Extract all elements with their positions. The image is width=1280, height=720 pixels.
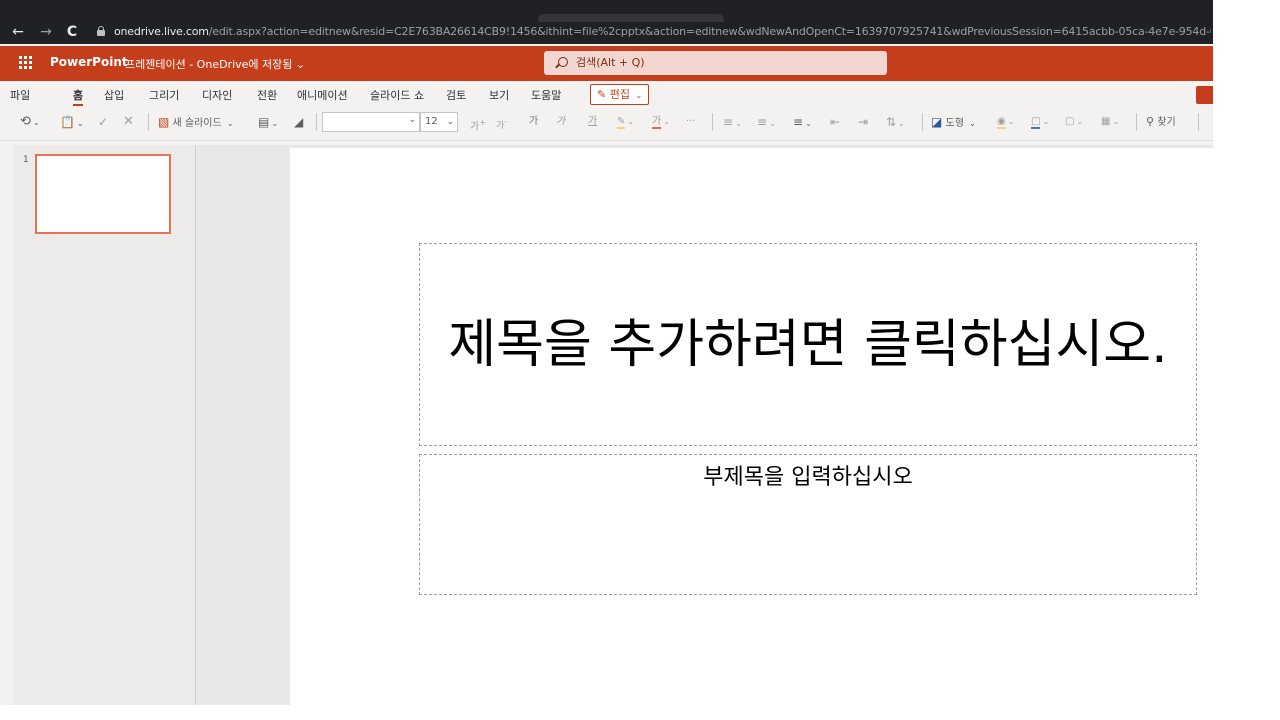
search-placeholder: 검색(Alt + Q) bbox=[576, 56, 645, 69]
lock-icon bbox=[96, 26, 106, 36]
chevron-down-icon: ⌄ bbox=[226, 119, 234, 128]
increase-indent-icon[interactable]: ⇥ bbox=[858, 113, 868, 131]
new-slide-label: 새 슬라이드 bbox=[172, 118, 222, 129]
document-title[interactable]: 프레젠테이션 - OneDrive에 저장됨 ⌄ bbox=[125, 56, 305, 72]
app-launcher-icon[interactable] bbox=[19, 56, 33, 70]
font-size-value: 12 bbox=[425, 116, 438, 127]
toolbar-divider bbox=[316, 113, 317, 131]
italic-button[interactable]: 가 bbox=[556, 113, 565, 131]
url-host: onedrive.live.com bbox=[114, 25, 209, 38]
chevron-down-icon: ⌄ bbox=[408, 115, 416, 125]
tab-draw[interactable]: 그리기 bbox=[149, 87, 179, 103]
new-slide-icon: ▧ bbox=[158, 115, 170, 129]
slide-canvas[interactable]: 제목을 추가하려면 클릭하십시오. 부제목을 입력하십시오 bbox=[290, 148, 1213, 705]
bullets-icon[interactable]: ≡ ⌄ bbox=[723, 113, 742, 131]
address-bar[interactable]: onedrive.live.com/edit.aspx?action=editn… bbox=[90, 22, 1211, 42]
toolbar-divider bbox=[148, 113, 149, 131]
url-path: /edit.aspx?action=editnew&resid=C2E763BA… bbox=[208, 25, 1211, 38]
subtitle-placeholder-text: 부제목을 입력하십시오 bbox=[703, 465, 913, 490]
format-painter-icon[interactable]: ✓ bbox=[98, 113, 108, 131]
shapes-icon: ◪ bbox=[931, 115, 943, 129]
undo-icon[interactable]: ⟲ ⌄ bbox=[20, 113, 40, 131]
slide-thumbnail[interactable] bbox=[35, 154, 171, 234]
subtitle-placeholder[interactable]: 부제목을 입력하십시오 bbox=[419, 454, 1197, 595]
search-icon bbox=[558, 57, 568, 67]
shapes-button[interactable]: ◪ 도형 ⌄ bbox=[931, 113, 976, 131]
editing-mode-label: 편집 bbox=[609, 88, 630, 101]
app-header: PowerPoint 프레젠테이션 - OneDrive에 저장됨 ⌄ 검색(A… bbox=[0, 46, 1213, 81]
tab-transitions[interactable]: 전환 bbox=[257, 87, 277, 103]
highlight-icon[interactable]: ✎ ⌄ bbox=[617, 113, 634, 131]
shape-fill-icon[interactable]: ◉ ⌄ bbox=[997, 113, 1014, 131]
tab-design[interactable]: 디자인 bbox=[202, 87, 232, 103]
chevron-down-icon: ⌄ bbox=[969, 119, 976, 128]
pencil-icon: ✎ bbox=[597, 88, 607, 101]
numbering-icon[interactable]: ≡ ⌄ bbox=[757, 113, 776, 131]
tab-view[interactable]: 보기 bbox=[489, 87, 509, 103]
tab-insert[interactable]: 삽입 bbox=[104, 87, 124, 103]
shape-effects-icon[interactable]: ▢ ⌄ bbox=[1065, 113, 1083, 131]
toolbar-divider bbox=[922, 113, 923, 131]
editing-mode-dropdown[interactable]: ✎ 편집 ⌄ bbox=[590, 84, 650, 105]
font-color-button[interactable]: 가 ⌄ bbox=[652, 113, 670, 131]
tab-home[interactable]: 홈 bbox=[73, 87, 84, 106]
new-slide-button[interactable]: ▧ 새 슬라이드 ⌄ bbox=[158, 113, 234, 131]
tab-review[interactable]: 검토 bbox=[446, 87, 466, 103]
home-toolbar: ⟲ ⌄ 📋 ⌄ ✓ ✕ ▧ 새 슬라이드 ⌄ ▤ ⌄ ◢ ⌄ 12 ⌄ 가+ 가- 가 … bbox=[0, 108, 1213, 136]
grow-font-label: 가 bbox=[470, 121, 480, 133]
delete-icon[interactable]: ✕ bbox=[123, 113, 134, 131]
app-window: ← → C onedrive.live.com/edit.aspx?action… bbox=[0, 0, 1213, 705]
back-arrow-icon[interactable]: ← bbox=[10, 24, 26, 40]
search-input[interactable]: 검색(Alt + Q) bbox=[544, 51, 887, 75]
bold-button[interactable]: 가 bbox=[529, 113, 538, 131]
align-icon[interactable]: ≡ ⌄ bbox=[793, 113, 812, 131]
share-button[interactable] bbox=[1196, 86, 1213, 104]
grow-font-button[interactable]: 가+ bbox=[470, 113, 486, 133]
ribbon-divider bbox=[0, 140, 1213, 141]
slide-canvas-area: 제목을 추가하려면 클릭하십시오. 부제목을 입력하십시오 bbox=[196, 145, 1213, 705]
slide-background-icon[interactable]: ◢ bbox=[294, 113, 303, 131]
shrink-font-button[interactable]: 가- bbox=[496, 113, 507, 131]
more-options-button[interactable]: ··· bbox=[686, 113, 696, 131]
title-placeholder-text: 제목을 추가하려면 클릭하십시오. bbox=[448, 314, 1168, 375]
slide-thumbnail-pane: 1 bbox=[13, 145, 195, 705]
find-button[interactable]: ⚲ 찾기 bbox=[1146, 113, 1176, 131]
browser-tab[interactable] bbox=[538, 14, 724, 22]
font-name-input[interactable]: ⌄ bbox=[322, 112, 420, 132]
toolbar-divider bbox=[1136, 113, 1137, 131]
chevron-down-icon: ⌄ bbox=[446, 117, 454, 127]
font-size-input[interactable]: 12 ⌄ bbox=[420, 112, 458, 132]
shape-outline-icon[interactable]: □ ⌄ bbox=[1031, 113, 1049, 131]
paste-icon[interactable]: 📋 ⌄ bbox=[60, 113, 84, 131]
app-name[interactable]: PowerPoint bbox=[50, 55, 128, 69]
tab-slideshow[interactable]: 슬라이드 쇼 bbox=[370, 87, 424, 103]
decrease-indent-icon[interactable]: ⇤ bbox=[830, 113, 840, 131]
search-icon: ⚲ bbox=[1146, 115, 1155, 128]
find-label: 찾기 bbox=[1157, 117, 1176, 128]
ribbon-tabs: 파일 홈 삽입 그리기 디자인 전환 애니메이션 슬라이드 쇼 검토 보기 도움… bbox=[0, 81, 1213, 108]
chevron-down-icon: ⌄ bbox=[635, 91, 643, 100]
toolbar-divider bbox=[712, 113, 713, 131]
forward-arrow-icon[interactable]: → bbox=[38, 24, 54, 40]
slide-number: 1 bbox=[23, 155, 29, 165]
tab-animations[interactable]: 애니메이션 bbox=[297, 87, 348, 103]
line-spacing-icon[interactable]: ⇅ ⌄ bbox=[886, 113, 905, 131]
browser-toolbar: ← → C onedrive.live.com/edit.aspx?action… bbox=[0, 0, 1213, 44]
reload-icon[interactable]: C bbox=[64, 24, 80, 40]
title-placeholder[interactable]: 제목을 추가하려면 클릭하십시오. bbox=[419, 243, 1197, 446]
font-color-label: 가 bbox=[652, 116, 662, 129]
underline-button[interactable]: 가 bbox=[588, 113, 597, 131]
tab-file[interactable]: 파일 bbox=[10, 87, 30, 103]
tab-help[interactable]: 도움말 bbox=[531, 87, 561, 103]
toolbar-divider bbox=[1198, 113, 1199, 131]
arrange-icon[interactable]: ▦ ⌄ bbox=[1101, 113, 1119, 131]
layout-icon[interactable]: ▤ ⌄ bbox=[258, 113, 278, 131]
shapes-label: 도형 bbox=[945, 118, 964, 129]
